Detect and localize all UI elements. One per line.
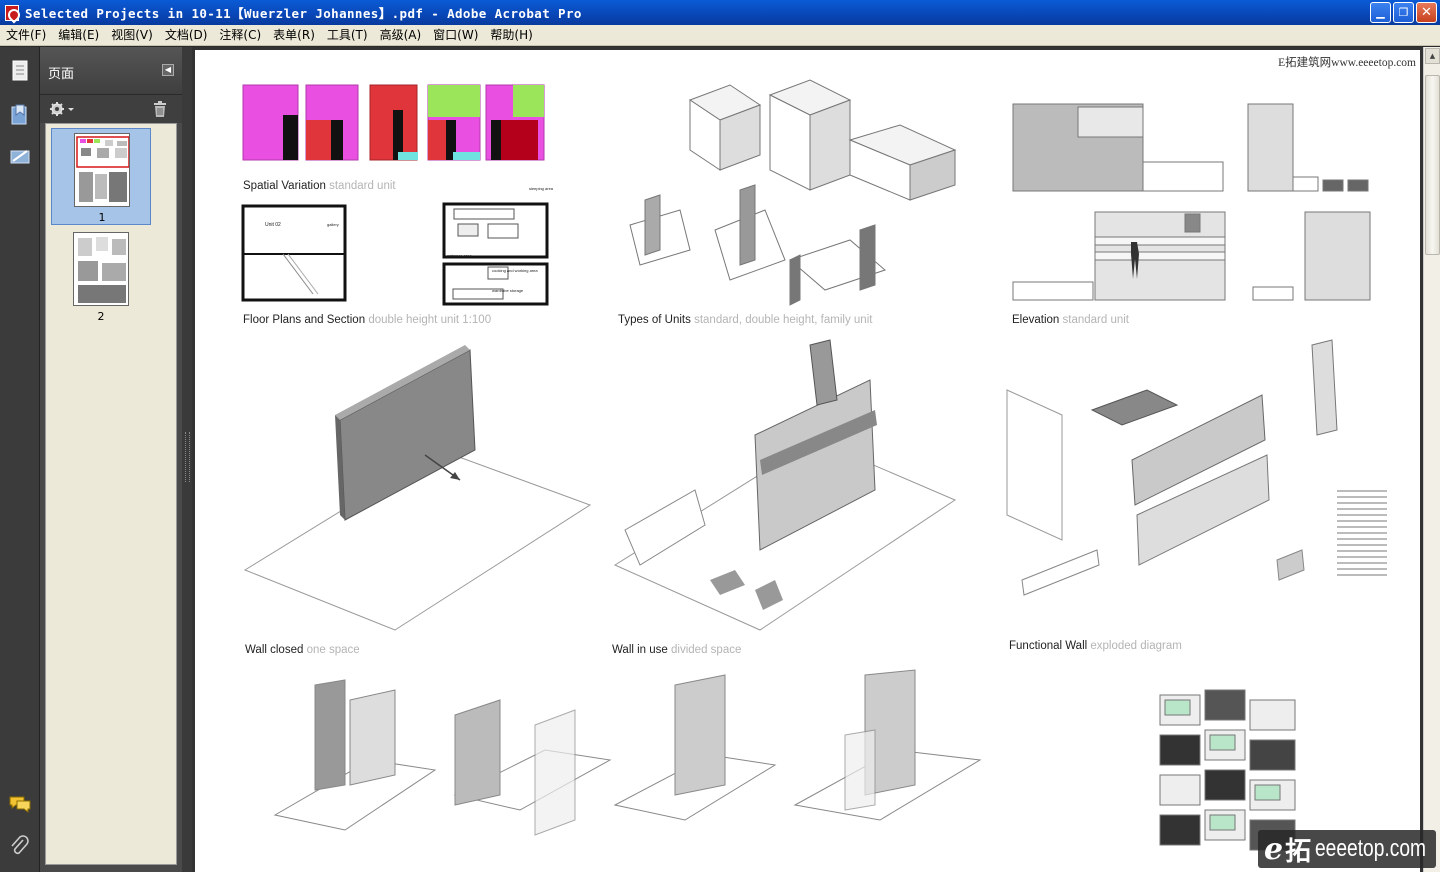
plan-label-cooking: cooking and working area (492, 268, 538, 273)
menu-file[interactable]: 文件(F) (0, 25, 52, 46)
comments-icon[interactable] (8, 792, 32, 816)
document-viewport[interactable]: E拓建筑网www.eeeetop.com Spatial Variation s… (192, 47, 1425, 872)
thumbnail-image (74, 133, 130, 207)
panel-header: 页面 ◀ (40, 47, 182, 95)
bookmarks-icon[interactable] (8, 103, 32, 127)
menu-edit[interactable]: 编辑(E) (52, 25, 105, 46)
spatial-variation-diagram (242, 84, 545, 161)
vertical-scrollbar[interactable]: ▲ (1423, 47, 1440, 872)
caption-functional-wall: Functional Wall exploded diagram (1009, 640, 1182, 652)
thumbnail-image (73, 232, 129, 306)
pages-icon[interactable] (8, 59, 32, 83)
plan-label-entrance: entrance area (447, 253, 472, 258)
caption-elevation: Elevation standard unit (1012, 314, 1130, 326)
menu-document[interactable]: 文档(D) (159, 25, 214, 46)
collapse-panel-button[interactable]: ◀ (162, 64, 174, 76)
page-number-label: 1 (98, 211, 106, 224)
window-controls: ▁ ❐ ✕ (1370, 2, 1437, 23)
functional-wall-diagram (1006, 339, 1387, 596)
watermark-text: E拓建筑网www.eeeetop.com (1278, 57, 1416, 69)
pdf-page: E拓建筑网www.eeeetop.com Spatial Variation s… (195, 50, 1420, 872)
panel-toolbar (40, 95, 182, 123)
wall-closed-diagram (243, 345, 592, 631)
restore-button[interactable]: ❐ (1393, 2, 1414, 23)
close-button[interactable]: ✕ (1416, 2, 1437, 23)
types-of-units-diagram (629, 79, 957, 306)
options-gear-icon[interactable] (48, 100, 76, 118)
window-title: Selected Projects in 10-11【Wuerzler Joha… (25, 6, 582, 21)
menu-comments[interactable]: 注释(C) (213, 25, 267, 46)
page-thumbnail-2[interactable]: 2 (51, 228, 151, 325)
signatures-icon[interactable] (8, 145, 32, 169)
section-perspectives (273, 669, 982, 836)
scroll-up-button[interactable]: ▲ (1425, 48, 1440, 64)
page-thumbnail-1[interactable]: 1 (51, 128, 151, 225)
caption-spatial-variation: Spatial Variation standard unit (243, 180, 396, 192)
minimize-button[interactable]: ▁ (1370, 2, 1391, 23)
acrobat-icon (5, 4, 19, 21)
plan-label-wardrobe: wardrobe storage (492, 288, 524, 293)
eeeetop-logo: e 拓 eeeetop.com (1258, 830, 1436, 868)
delete-trash-icon[interactable] (152, 100, 168, 118)
page-number-label: 2 (97, 310, 105, 323)
pages-panel: 页面 ◀ 1 2 (40, 47, 182, 872)
elevation-diagram (1012, 103, 1371, 301)
attachments-icon[interactable] (8, 835, 32, 859)
caption-wall-in-use: Wall in use divided space (612, 644, 742, 656)
plan-label-unit: Unit 02 (265, 222, 281, 228)
menu-view[interactable]: 视图(V) (105, 25, 159, 46)
menu-help[interactable]: 帮助(H) (484, 25, 538, 46)
page-thumbnails: 1 2 (45, 123, 177, 865)
menu-tools[interactable]: 工具(T) (321, 25, 374, 46)
scroll-thumb[interactable] (1425, 75, 1440, 255)
title-bar: Selected Projects in 10-11【Wuerzler Joha… (0, 0, 1440, 25)
menu-advanced[interactable]: 高级(A) (374, 25, 428, 46)
menu-forms[interactable]: 表单(R) (267, 25, 321, 46)
panel-title: 页面 (48, 67, 75, 82)
panel-splitter[interactable] (182, 47, 192, 872)
menu-bar: 文件(F) 编辑(E) 视图(V) 文档(D) 注释(C) 表单(R) 工具(T… (0, 25, 1440, 46)
caption-floor-plans: Floor Plans and Section double height un… (243, 314, 492, 326)
menu-window[interactable]: 窗口(W) (427, 25, 484, 46)
caption-types-of-units: Types of Units standard, double height, … (618, 314, 873, 326)
plan-label-sleeping: sleeping area (529, 186, 554, 191)
navigation-bar (0, 47, 40, 872)
plan-label-gallery: gallery (327, 222, 339, 227)
wall-in-use-diagram (613, 339, 957, 631)
caption-wall-closed: Wall closed one space (245, 644, 360, 656)
